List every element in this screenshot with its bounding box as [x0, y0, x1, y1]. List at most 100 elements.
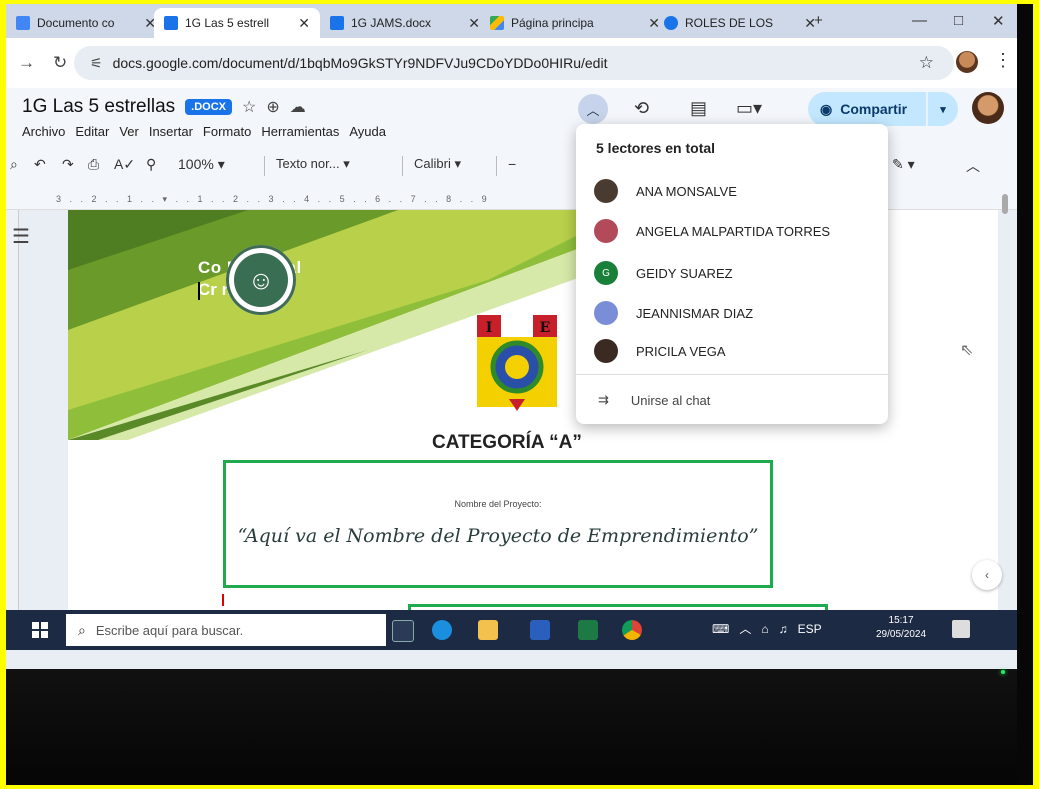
network-icon[interactable]: ⌂	[761, 622, 768, 636]
decrease-font-icon[interactable]: −	[508, 156, 516, 172]
docs-icon	[164, 16, 178, 30]
windows-start-icon[interactable]	[32, 622, 48, 638]
taskbar-clock[interactable]: 15:17 29/05/2024	[876, 614, 926, 642]
edge-icon[interactable]	[432, 620, 452, 640]
readers-panel: 5 lectores en total ANA MONSALVE ANGELA …	[576, 124, 888, 424]
print-icon[interactable]: ⎙	[88, 156, 99, 173]
meet-icon[interactable]: ▭▾	[736, 98, 762, 119]
show-hidden-icons[interactable]: ︿	[739, 620, 751, 637]
menu-archivo[interactable]: Archivo	[22, 124, 65, 139]
crest-letter-i: I	[486, 320, 493, 336]
monitor: Documento co ✕ 1G Las 5 estrell ✕ 1G JAM…	[6, 4, 1033, 785]
reader-item[interactable]: ANA MONSALVE	[594, 178, 737, 204]
menu-ver[interactable]: Ver	[119, 124, 139, 139]
globe-icon: ◉	[820, 100, 833, 117]
taskbar-search[interactable]: ⌕ Escribe aquí para buscar.	[66, 614, 386, 646]
tab-title: 1G JAMS.docx	[351, 16, 432, 30]
hide-menus-icon[interactable]: ︿	[966, 156, 980, 176]
people-icon: ☺	[234, 253, 288, 307]
browser-profile-avatar[interactable]	[956, 51, 978, 73]
excel-icon[interactable]	[578, 620, 598, 640]
reader-item[interactable]: ANGELA MALPARTIDA TORRES	[594, 218, 830, 244]
task-view-icon[interactable]	[392, 620, 414, 642]
reader-name: ANGELA MALPARTIDA TORRES	[636, 223, 831, 239]
font-select[interactable]: Calibri ▾	[414, 156, 461, 172]
account-avatar[interactable]	[972, 92, 1004, 124]
keyboard-icon[interactable]: ⌨	[712, 622, 729, 636]
move-folder-icon[interactable]: ⊕	[266, 97, 279, 117]
tab-active-doc[interactable]: 1G Las 5 estrell ✕	[154, 8, 320, 38]
project-name-box: Nombre del Proyecto: “Aquí va el Nombre …	[223, 460, 773, 588]
url-field[interactable]: ⚟ docs.google.com/document/d/1bqbMo9GkST…	[74, 46, 954, 80]
version-history-icon[interactable]: ⟲	[634, 98, 649, 119]
clock-date: 29/05/2024	[876, 629, 927, 640]
style-select[interactable]: Texto nor... ▾	[276, 156, 350, 172]
new-tab-button[interactable]: +	[814, 12, 823, 29]
reader-item[interactable]: PRICILA VEGA	[594, 338, 726, 364]
bookmark-star-icon[interactable]: ☆	[919, 53, 934, 73]
maximize-button[interactable]: □	[954, 12, 963, 29]
share-dropdown-icon[interactable]: ▾	[926, 92, 958, 126]
menu-insertar[interactable]: Insertar	[149, 124, 193, 139]
monitor-bezel-side	[1017, 4, 1033, 785]
tab-roles[interactable]: ROLES DE LOS ✕	[654, 8, 826, 38]
star-icon[interactable]: ☆	[242, 97, 256, 117]
docx-badge: .DOCX	[185, 99, 232, 115]
tab-drive[interactable]: Página principa ✕	[480, 8, 670, 38]
word-icon[interactable]	[530, 620, 550, 640]
paint-format-icon[interactable]: ⚲	[146, 156, 156, 173]
editing-mode-icon[interactable]: ✎ ▾	[892, 156, 915, 173]
share-label: Compartir	[840, 101, 908, 117]
search-icon: ⌕	[78, 621, 86, 638]
browser-menu-icon[interactable]: ⋮	[994, 50, 1012, 71]
search-menus-icon[interactable]: ⌕	[10, 156, 18, 173]
doc-title-row: 1G Las 5 estrellas .DOCX ☆ ⊕ ☁	[22, 96, 306, 118]
side-panel-toggle[interactable]: ‹	[972, 560, 1002, 590]
chevron-up-icon: ︿	[586, 102, 600, 118]
tab-title: Documento co	[37, 16, 115, 30]
contest-logo: ☺	[226, 245, 296, 315]
menu-herramientas[interactable]: Herramientas	[261, 124, 339, 139]
file-explorer-icon[interactable]	[478, 620, 498, 640]
close-window-button[interactable]: ✕	[992, 12, 1005, 30]
url-text: docs.google.com/document/d/1bqbMo9GkSTYr…	[112, 55, 608, 71]
join-chat-button[interactable]: ⇉ Unirse al chat	[598, 392, 710, 408]
notifications-icon[interactable]	[952, 620, 970, 638]
monitor-bezel	[6, 669, 1033, 785]
menu-formato[interactable]: Formato	[203, 124, 251, 139]
docs-icon	[16, 16, 30, 30]
zoom-select[interactable]: 100% ▾	[178, 156, 225, 173]
redo-icon[interactable]: ↷	[62, 156, 74, 173]
back-icon[interactable]: →	[18, 53, 35, 73]
chat-icon: ⇉	[598, 392, 609, 407]
reload-icon[interactable]: ↻	[53, 53, 67, 73]
reader-item[interactable]: G GEIDY SUAREZ	[594, 260, 733, 286]
spellcheck-icon[interactable]: A✓	[114, 156, 135, 173]
mouse-pointer-icon: ⇖	[960, 342, 974, 359]
collapse-readers-button[interactable]: ︿	[578, 94, 608, 124]
close-tab-icon[interactable]: ✕	[298, 15, 310, 32]
site-settings-icon[interactable]: ⚟	[90, 55, 103, 72]
scrollbar-thumb[interactable]	[1002, 194, 1008, 214]
reader-item[interactable]: JEANNISMAR DIAZ	[594, 300, 753, 326]
undo-icon[interactable]: ↶	[34, 156, 46, 173]
chrome-icon[interactable]	[622, 620, 642, 640]
reader-avatar: G	[594, 261, 618, 285]
reader-name: PRICILA VEGA	[636, 343, 726, 359]
minimize-button[interactable]: —	[912, 12, 927, 29]
doc-title[interactable]: 1G Las 5 estrellas	[22, 96, 175, 118]
tab-documento[interactable]: Documento co ✕	[6, 8, 166, 38]
cloud-status-icon: ☁	[289, 99, 306, 116]
toolbar-divider	[496, 156, 497, 176]
comments-icon[interactable]: ▤	[690, 98, 707, 119]
close-tab-icon[interactable]: ✕	[468, 15, 480, 32]
outline-icon[interactable]: ☰	[12, 224, 30, 249]
site-icon	[664, 16, 678, 30]
share-button[interactable]: ◉ Compartir ▾	[808, 92, 958, 126]
tab-jams[interactable]: 1G JAMS.docx ✕	[320, 8, 490, 38]
volume-icon[interactable]: ♫	[779, 622, 788, 636]
toolbar-divider	[402, 156, 403, 176]
menu-ayuda[interactable]: Ayuda	[349, 124, 386, 139]
language-indicator[interactable]: ESP	[798, 622, 822, 636]
menu-editar[interactable]: Editar	[75, 124, 109, 139]
